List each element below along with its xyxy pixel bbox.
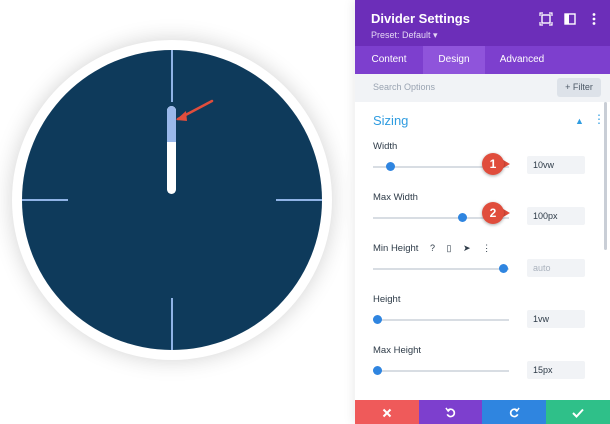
panel-footer <box>355 400 610 424</box>
columns-icon[interactable] <box>563 12 577 26</box>
clock-tick-left <box>22 199 68 201</box>
min-height-slider[interactable] <box>373 264 509 273</box>
search-bar: Search Options + Filter <box>355 74 610 102</box>
redo-button[interactable] <box>482 400 546 424</box>
height-slider[interactable] <box>373 315 509 324</box>
divider-settings-panel: Divider Settings Preset: Default ▾ Conte… <box>355 0 610 424</box>
min-height-slider-thumb[interactable] <box>499 264 508 273</box>
phone-icon[interactable]: ▯ <box>447 243 452 254</box>
save-button[interactable] <box>546 400 610 424</box>
more-vertical-icon[interactable]: ⋮ <box>482 243 491 254</box>
width-slider-thumb[interactable] <box>386 162 395 171</box>
width-value[interactable]: 10vw <box>527 156 585 174</box>
max-width-label: Max Width <box>373 192 418 203</box>
expand-icon[interactable] <box>539 12 553 26</box>
filter-button[interactable]: + Filter <box>557 78 601 97</box>
check-icon <box>572 408 584 418</box>
canvas-preview <box>0 0 352 424</box>
min-height-label: Min Height <box>373 243 419 254</box>
undo-button[interactable] <box>419 400 482 424</box>
max-height-value[interactable]: 15px <box>527 361 585 379</box>
callout-badge-1: 1 <box>482 153 504 175</box>
min-height-value[interactable]: auto <box>527 259 585 277</box>
max-height-slider[interactable] <box>373 366 509 375</box>
cursor-icon[interactable]: ➤ <box>463 243 471 254</box>
clock-outer-ring <box>12 40 332 360</box>
pointer-arrow-icon <box>176 99 214 121</box>
tab-content[interactable]: Content <box>355 46 423 74</box>
sizing-section: Sizing ▲ ⋮ Width 10vw Max Width 100px Mi… <box>355 102 610 400</box>
tab-bar: Content Design Advanced <box>355 46 610 74</box>
redo-icon <box>509 407 520 418</box>
chevron-up-icon[interactable]: ▲ <box>575 116 584 126</box>
height-value[interactable]: 1vw <box>527 310 585 328</box>
min-height-icons: ? ▯ ➤ ⋮ <box>430 243 500 254</box>
width-label: Width <box>373 141 398 152</box>
panel-title: Divider Settings <box>371 11 470 26</box>
section-title[interactable]: Sizing <box>373 113 408 128</box>
preset-dropdown[interactable]: Preset: Default ▾ <box>371 30 438 41</box>
more-vertical-icon[interactable] <box>587 12 601 26</box>
max-width-value[interactable]: 100px <box>527 207 585 225</box>
undo-icon <box>445 407 456 418</box>
tab-design[interactable]: Design <box>423 46 485 74</box>
height-label: Height <box>373 294 401 305</box>
clock-tick-bottom <box>171 298 173 350</box>
max-height-slider-thumb[interactable] <box>373 366 382 375</box>
cancel-button[interactable] <box>355 400 419 424</box>
panel-header: Divider Settings Preset: Default ▾ <box>355 0 610 46</box>
close-icon <box>382 408 392 418</box>
panel-scrollbar[interactable] <box>604 102 607 250</box>
max-height-label: Max Height <box>373 345 422 356</box>
max-width-slider-thumb[interactable] <box>458 213 467 222</box>
help-icon[interactable]: ? <box>430 243 435 253</box>
callout-badge-2: 2 <box>482 202 504 224</box>
height-slider-thumb[interactable] <box>373 315 382 324</box>
search-input[interactable]: Search Options <box>373 82 435 92</box>
clock-tick-right <box>276 199 322 201</box>
tab-advanced[interactable]: Advanced <box>485 46 559 74</box>
